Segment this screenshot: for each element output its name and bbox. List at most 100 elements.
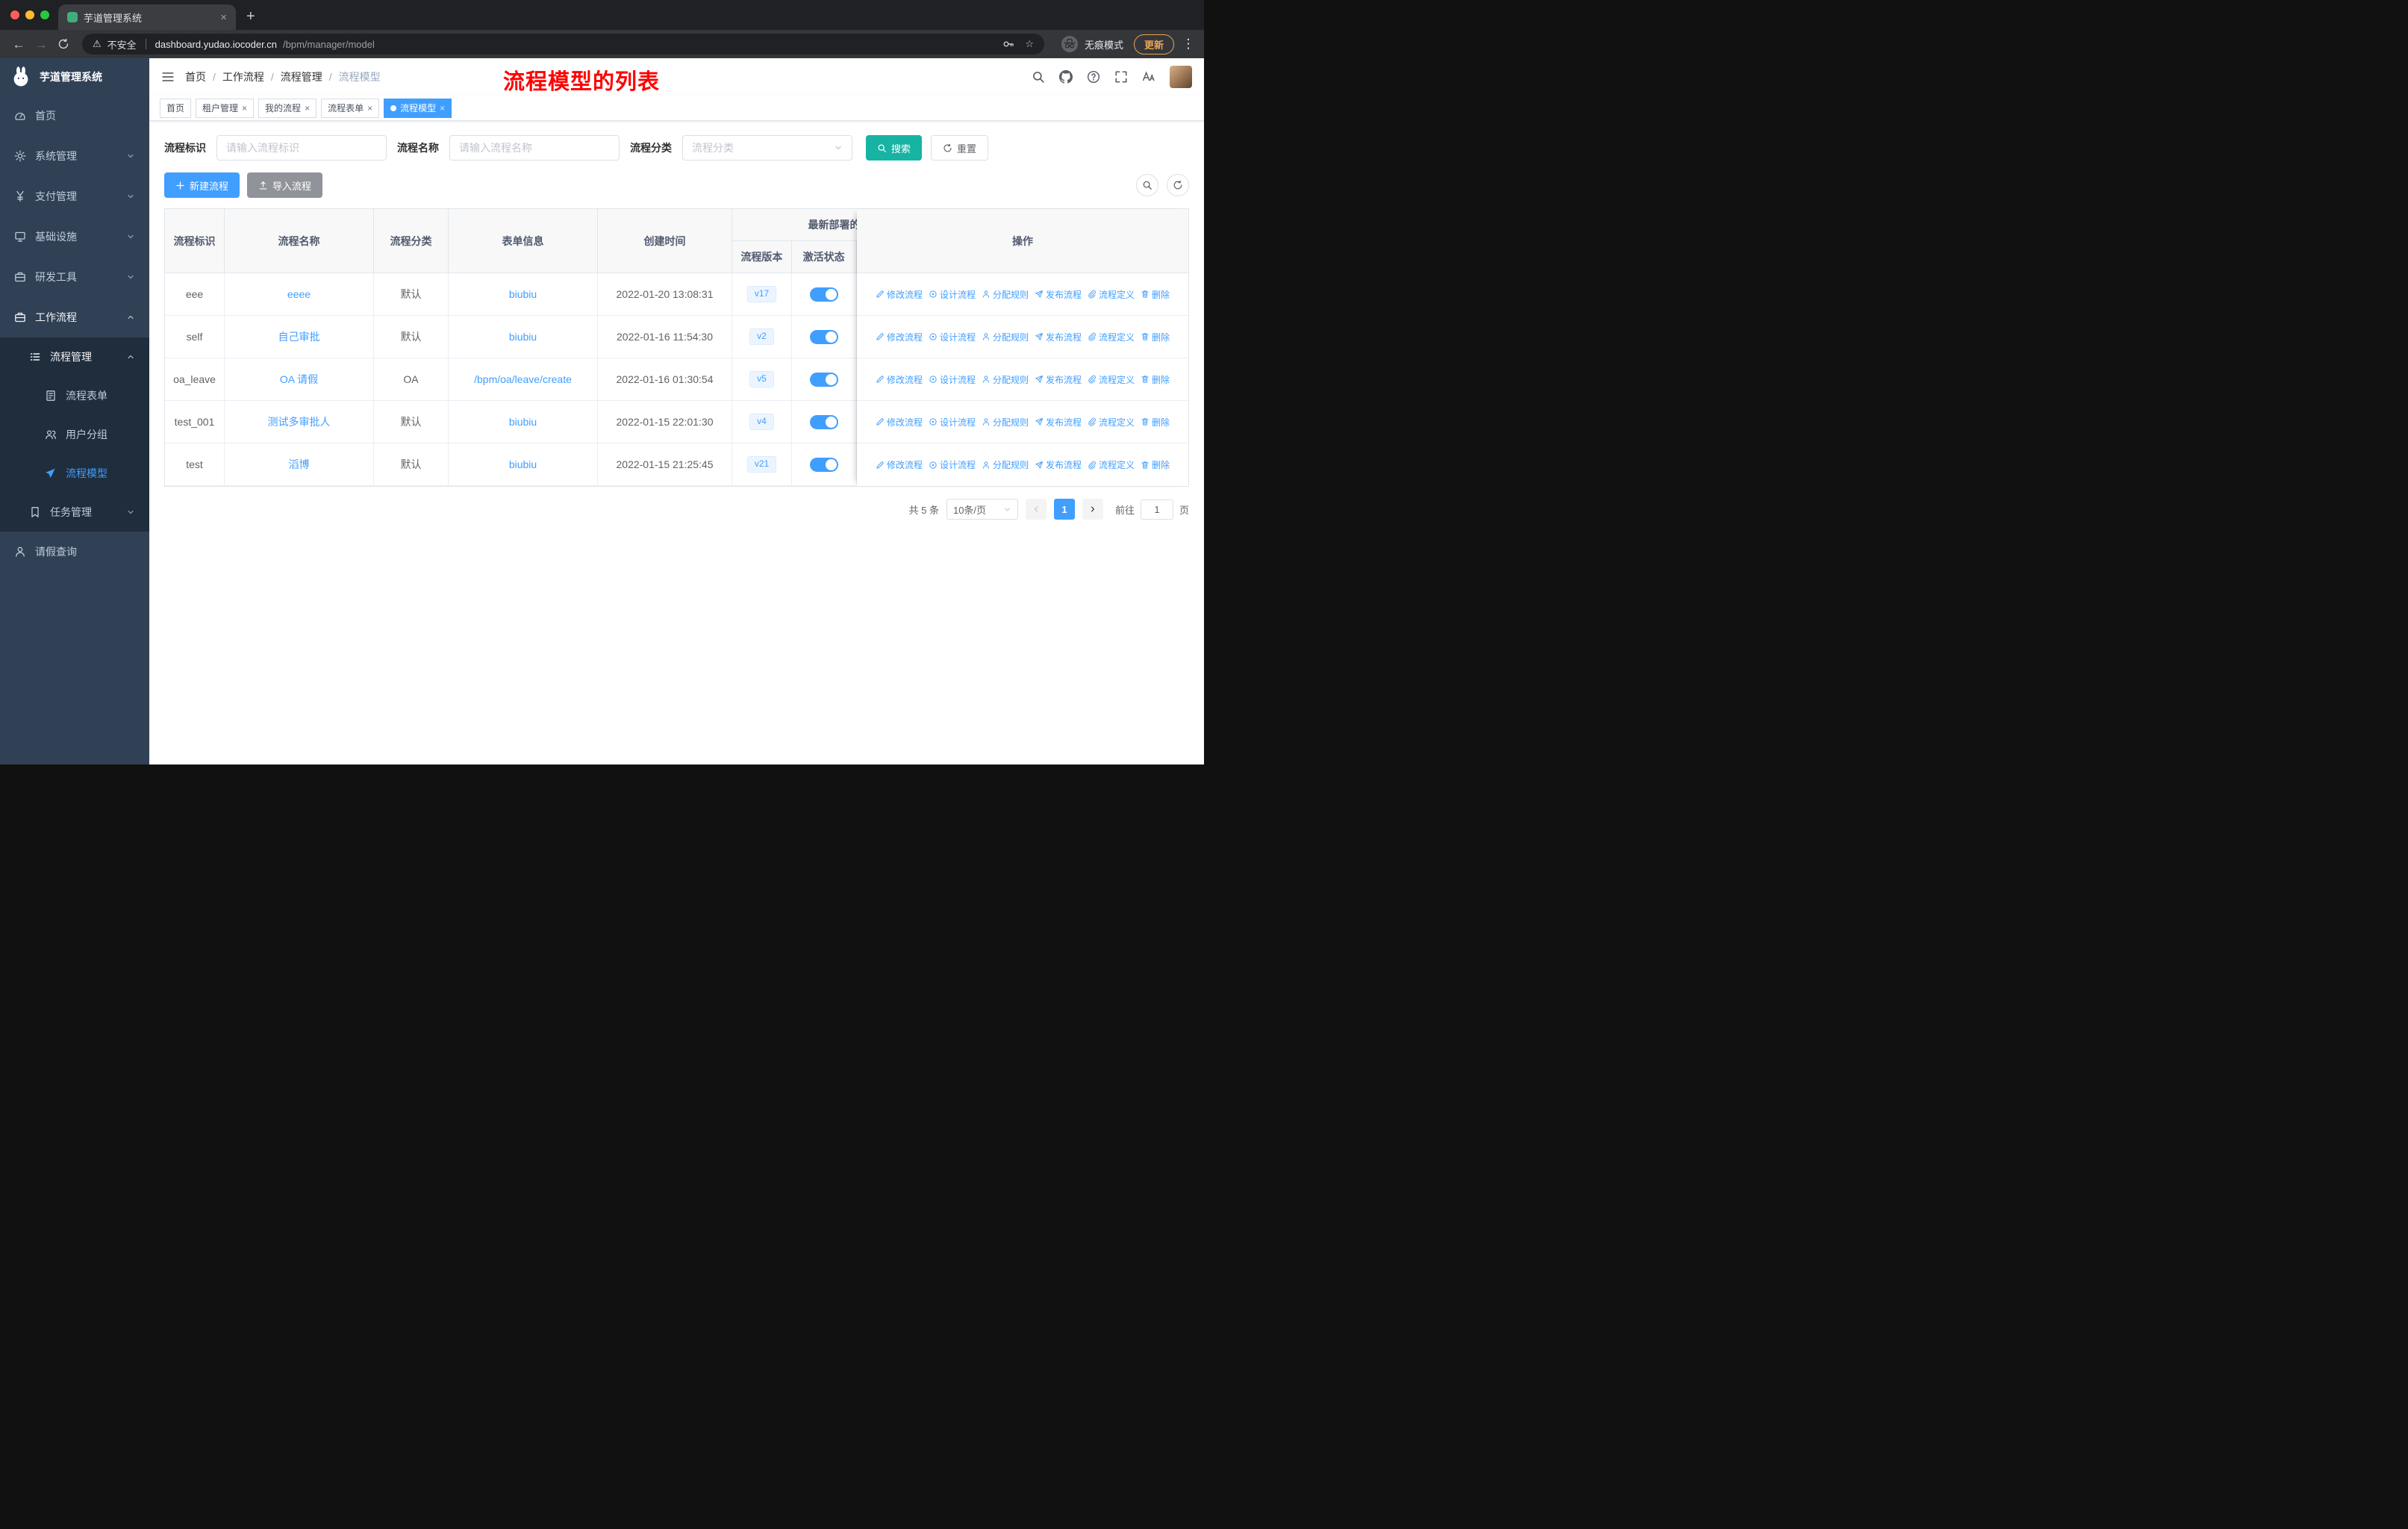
sidebar-item-user-group[interactable]: 用户分组: [0, 415, 149, 454]
sidebar-item-workflow[interactable]: 工作流程: [0, 297, 149, 337]
close-icon[interactable]: ×: [305, 104, 310, 113]
github-icon[interactable]: [1059, 70, 1073, 84]
action-definition[interactable]: 流程定义: [1088, 331, 1135, 343]
import-process-button[interactable]: 导入流程: [247, 172, 323, 198]
goto-page-input[interactable]: [1140, 499, 1173, 520]
action-design[interactable]: 设计流程: [929, 288, 976, 301]
reset-button[interactable]: 重置: [931, 135, 989, 161]
action-edit[interactable]: 修改流程: [876, 416, 923, 429]
sidebar-item-leave-query[interactable]: 请假查询: [0, 532, 149, 572]
sidebar-item-devtools[interactable]: 研发工具: [0, 257, 149, 297]
tag-process-model[interactable]: 流程模型 ×: [384, 98, 452, 118]
active-toggle[interactable]: [810, 287, 838, 302]
refresh-table-button[interactable]: [1167, 174, 1189, 196]
tag-process-form[interactable]: 流程表单 ×: [321, 98, 380, 118]
action-definition[interactable]: 流程定义: [1088, 288, 1135, 301]
action-edit[interactable]: 修改流程: [876, 373, 923, 386]
process-name-link[interactable]: eeee: [287, 288, 311, 300]
active-toggle[interactable]: [810, 372, 838, 387]
form-info-link[interactable]: biubiu: [509, 288, 537, 300]
action-publish[interactable]: 发布流程: [1035, 458, 1082, 471]
action-design[interactable]: 设计流程: [929, 416, 976, 429]
toggle-search-button[interactable]: [1136, 174, 1158, 196]
process-id-input[interactable]: [216, 135, 387, 161]
close-icon[interactable]: ×: [242, 104, 247, 113]
hamburger-icon[interactable]: [161, 70, 175, 84]
process-name-link[interactable]: 滔博: [289, 457, 310, 472]
address-bar[interactable]: ⚠ 不安全 dashboard.yudao.iocoder.cn/bpm/man…: [82, 34, 1044, 55]
breadcrumb-home[interactable]: 首页: [185, 69, 206, 84]
new-tab-button[interactable]: +: [246, 9, 255, 24]
tab-close-icon[interactable]: ×: [220, 12, 227, 23]
action-assign[interactable]: 分配规则: [982, 458, 1029, 471]
sidebar-item-process-form[interactable]: 流程表单: [0, 376, 149, 415]
fullscreen-icon[interactable]: [1114, 70, 1128, 84]
sidebar-logo[interactable]: 芋道管理系统: [0, 58, 149, 96]
form-info-link[interactable]: biubiu: [509, 458, 537, 470]
tag-home[interactable]: 首页: [160, 98, 192, 118]
user-avatar[interactable]: [1170, 66, 1192, 88]
action-assign[interactable]: 分配规则: [982, 416, 1029, 429]
breadcrumb-process-mgmt[interactable]: 流程管理: [281, 69, 322, 84]
close-icon[interactable]: ×: [367, 104, 372, 113]
action-definition[interactable]: 流程定义: [1088, 416, 1135, 429]
action-assign[interactable]: 分配规则: [982, 331, 1029, 343]
action-assign[interactable]: 分配规则: [982, 373, 1029, 386]
action-publish[interactable]: 发布流程: [1035, 416, 1082, 429]
sidebar-item-task-mgmt[interactable]: 任务管理: [0, 493, 149, 532]
action-design[interactable]: 设计流程: [929, 373, 976, 386]
window-minimize-button[interactable]: [25, 10, 34, 19]
sidebar-item-process-mgmt[interactable]: 流程管理: [0, 337, 149, 376]
close-icon[interactable]: ×: [440, 104, 445, 113]
form-info-link[interactable]: biubiu: [509, 331, 537, 343]
process-name-link[interactable]: 自己审批: [278, 329, 320, 344]
category-select[interactable]: 流程分类: [682, 135, 852, 161]
action-delete[interactable]: 删除: [1141, 458, 1170, 471]
process-name-link[interactable]: OA 请假: [280, 372, 318, 387]
sidebar-item-home[interactable]: 首页: [0, 96, 149, 136]
search-icon[interactable]: [1032, 70, 1045, 84]
action-publish[interactable]: 发布流程: [1035, 373, 1082, 386]
action-assign[interactable]: 分配规则: [982, 288, 1029, 301]
breadcrumb-workflow[interactable]: 工作流程: [222, 69, 264, 84]
forward-icon[interactable]: →: [31, 38, 51, 51]
create-process-button[interactable]: 新建流程: [164, 172, 240, 198]
font-size-icon[interactable]: [1142, 70, 1155, 84]
window-zoom-button[interactable]: [40, 10, 49, 19]
active-toggle[interactable]: [810, 414, 838, 429]
sidebar-item-process-model[interactable]: 流程模型: [0, 454, 149, 493]
help-icon[interactable]: [1087, 70, 1100, 84]
action-definition[interactable]: 流程定义: [1088, 458, 1135, 471]
action-publish[interactable]: 发布流程: [1035, 288, 1082, 301]
action-edit[interactable]: 修改流程: [876, 458, 923, 471]
window-close-button[interactable]: [10, 10, 19, 19]
sidebar-item-system[interactable]: 系统管理: [0, 136, 149, 176]
page-size-select[interactable]: 10条/页: [946, 499, 1018, 520]
action-publish[interactable]: 发布流程: [1035, 331, 1082, 343]
active-toggle[interactable]: [810, 329, 838, 344]
reload-icon[interactable]: [54, 38, 73, 50]
action-edit[interactable]: 修改流程: [876, 331, 923, 343]
action-edit[interactable]: 修改流程: [876, 288, 923, 301]
back-icon[interactable]: ←: [9, 38, 28, 51]
sidebar-item-infra[interactable]: 基础设施: [0, 217, 149, 257]
page-number-button[interactable]: 1: [1053, 499, 1075, 520]
active-toggle[interactable]: [810, 457, 838, 472]
next-page-button[interactable]: [1082, 499, 1103, 520]
form-info-link[interactable]: /bpm/oa/leave/create: [474, 373, 572, 385]
bookmark-star-icon[interactable]: ☆: [1025, 38, 1034, 50]
action-delete[interactable]: 删除: [1141, 373, 1170, 386]
tag-tenant[interactable]: 租户管理 ×: [196, 98, 255, 118]
form-info-link[interactable]: biubiu: [509, 416, 537, 428]
browser-menu-icon[interactable]: ⋮: [1182, 37, 1195, 52]
browser-tab[interactable]: 芋道管理系统 ×: [58, 4, 236, 30]
action-design[interactable]: 设计流程: [929, 331, 976, 343]
browser-update-button[interactable]: 更新: [1133, 34, 1174, 55]
action-delete[interactable]: 删除: [1141, 331, 1170, 343]
search-button[interactable]: 搜索: [866, 135, 923, 161]
prev-page-button[interactable]: [1025, 499, 1047, 520]
action-delete[interactable]: 删除: [1141, 416, 1170, 429]
sidebar-item-payment[interactable]: 支付管理: [0, 176, 149, 217]
password-key-icon[interactable]: [1002, 38, 1014, 50]
action-design[interactable]: 设计流程: [929, 458, 976, 471]
